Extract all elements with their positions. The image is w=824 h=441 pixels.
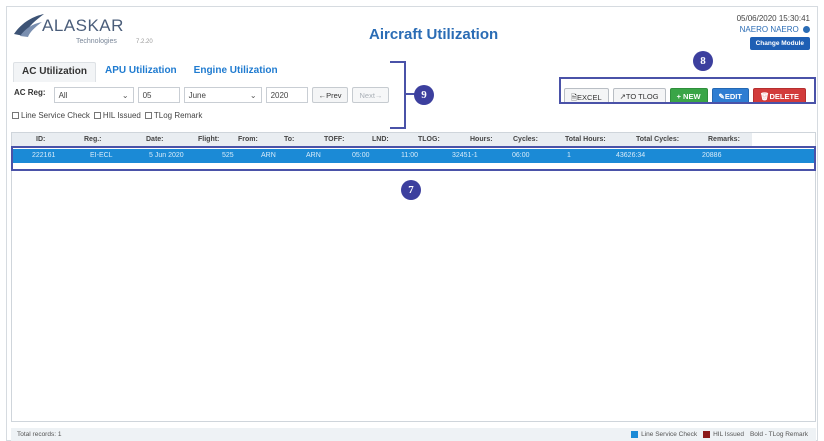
col-lnd[interactable]: LND:: [372, 136, 389, 143]
col-remarks[interactable]: Remarks:: [708, 136, 740, 143]
col-id[interactable]: ID:: [36, 136, 45, 143]
chevron-down-icon: ⌄: [121, 91, 129, 100]
col-from[interactable]: From:: [238, 136, 258, 143]
ac-reg-value: All: [58, 91, 68, 100]
ac-reg-select[interactable]: All ⌄: [53, 87, 134, 103]
filter-checkboxes: Line Service Check HIL Issued TLog Remar…: [12, 111, 206, 120]
col-flight[interactable]: Flight:: [198, 136, 219, 143]
callout-9: 9: [414, 85, 434, 105]
line-service-label: Line Service Check: [21, 111, 90, 120]
ac-reg-label: AC Reg:: [14, 87, 46, 97]
legend-hil: HIL Issued: [713, 431, 744, 438]
line-service-check-filter[interactable]: Line Service Check: [12, 111, 90, 120]
col-date[interactable]: Date:: [146, 136, 164, 143]
tlog-remark-filter[interactable]: TLog Remark: [144, 111, 203, 120]
chevron-down-icon: ⌄: [249, 91, 257, 100]
gear-icon[interactable]: [803, 26, 810, 33]
month-select[interactable]: June ⌄: [183, 87, 262, 103]
row-legend: Line Service Check HIL Issued Bold - TLo…: [625, 431, 808, 438]
legend-swatch-blue: [631, 431, 639, 438]
callout-9-bracket: [390, 61, 406, 129]
logo-text: ALASKAR: [42, 16, 124, 35]
user-menu[interactable]: NAERO NAERO: [737, 25, 810, 34]
logo-subtitle: Technologies: [76, 38, 117, 45]
day-input[interactable]: 05: [137, 87, 180, 103]
hil-issued-label: HIL Issued: [102, 111, 141, 120]
change-module-button[interactable]: Change Module: [749, 37, 810, 50]
checkbox[interactable]: [144, 112, 152, 119]
year-input[interactable]: 2020: [265, 87, 308, 103]
version-label: 7.2.20: [136, 39, 153, 45]
checkbox[interactable]: [12, 112, 19, 119]
page-title: Aircraft Utilization: [369, 26, 499, 43]
col-total-hours[interactable]: Total Hours:: [565, 136, 606, 143]
swoosh-logo-icon: [14, 14, 44, 37]
col-to[interactable]: To:: [284, 136, 294, 143]
user-name: NAERO NAERO: [739, 25, 799, 34]
legend-line-service: Line Service Check: [641, 431, 698, 438]
datetime-label: 05/06/2020 15:30:41: [736, 14, 810, 23]
legend-bold: Bold - TLog Remark: [749, 431, 808, 438]
tab-ac-utilization[interactable]: AC Utilization: [13, 62, 96, 82]
col-tlog[interactable]: TLOG:: [418, 136, 440, 143]
col-hours[interactable]: Hours:: [470, 136, 493, 143]
company-logo: ALASKAR Technologies 7.2.20: [12, 10, 162, 50]
checkbox[interactable]: [93, 112, 101, 119]
callout-8: 8: [693, 51, 713, 71]
tlog-remark-label: TLog Remark: [153, 111, 203, 120]
filter-bar: AC Reg: All ⌄ 05 June ⌄ 2020 ←Prev Next→: [14, 87, 393, 103]
col-total-cycles[interactable]: Total Cycles:: [636, 136, 679, 143]
prev-button[interactable]: ←Prev: [311, 87, 349, 103]
utilization-table: ID: Reg.: Date: Flight: From: To: TOFF: …: [11, 132, 816, 422]
callout-7: 7: [401, 180, 421, 200]
utilization-tabs: AC Utilization APU Utilization Engine Ut…: [13, 62, 287, 82]
legend-swatch-red: [703, 431, 711, 438]
hil-issued-filter[interactable]: HIL Issued: [93, 111, 141, 120]
col-cycles[interactable]: Cycles:: [513, 136, 538, 143]
next-button[interactable]: Next→: [352, 87, 390, 103]
status-footer: Total records: 1 Line Service Check HIL …: [11, 428, 816, 441]
callout-7-box: [11, 146, 816, 171]
tab-engine-utilization[interactable]: Engine Utilization: [186, 62, 286, 82]
record-count: Total records: 1: [17, 431, 62, 438]
col-toff[interactable]: TOFF:: [324, 136, 344, 143]
tab-apu-utilization[interactable]: APU Utilization: [97, 62, 185, 82]
callout-8-box: [559, 77, 816, 104]
col-reg[interactable]: Reg.:: [84, 136, 102, 143]
month-value: June: [188, 91, 206, 100]
header-user-panel: 05/06/2020 15:30:41 NAERO NAERO Change M…: [737, 14, 810, 50]
